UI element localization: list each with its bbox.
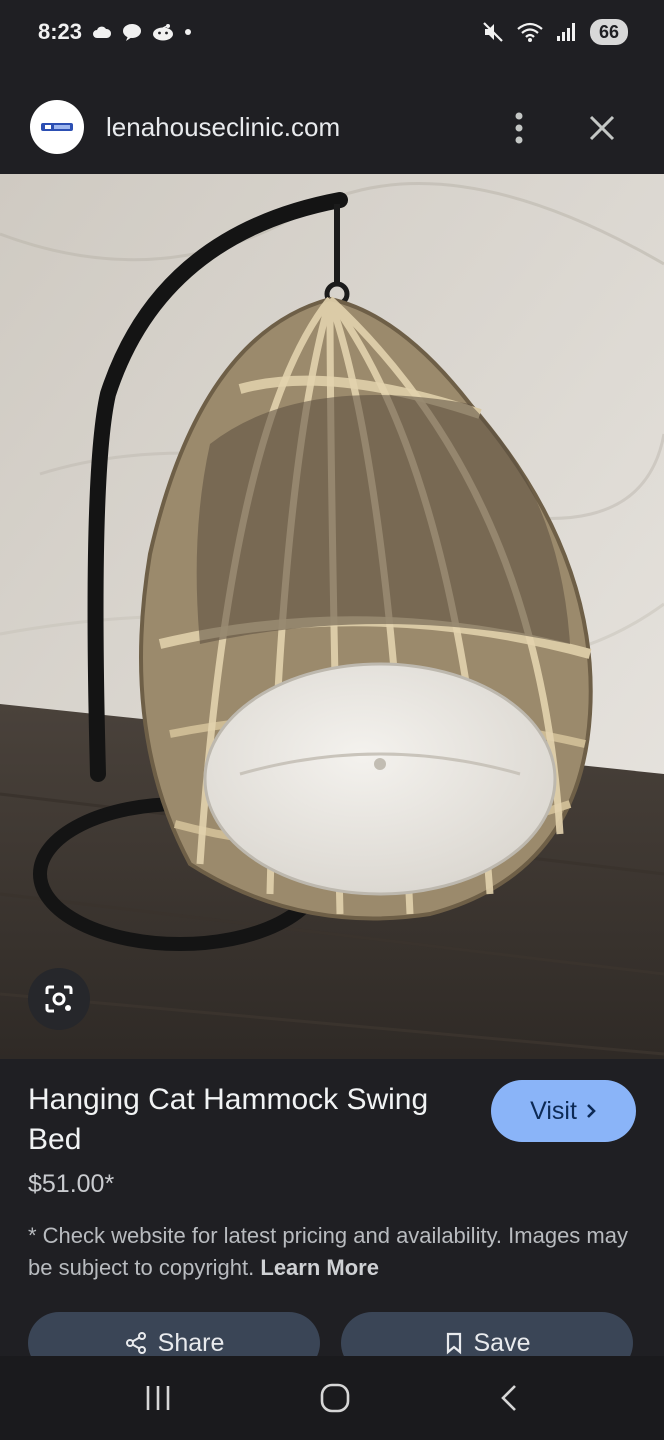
- bookmark-icon: [446, 1332, 461, 1355]
- wifi-6e-icon: [517, 22, 543, 42]
- status-bar: 8:23 66: [0, 0, 664, 64]
- dot-icon: [185, 29, 192, 35]
- clock: 8:23: [38, 19, 83, 44]
- chat-bubble-icon: [123, 24, 142, 41]
- learn-more-link[interactable]: Learn More: [260, 1255, 379, 1280]
- save-label: Save: [473, 1328, 531, 1357]
- visit-button[interactable]: Visit: [491, 1080, 636, 1142]
- mute-icon: [483, 22, 503, 42]
- share-icon: [125, 1332, 146, 1354]
- site-logo-icon[interactable]: [30, 100, 84, 154]
- google-lens-button[interactable]: [28, 968, 90, 1030]
- status-left: 8:23: [38, 19, 192, 45]
- pricing-disclaimer: * Check website for latest pricing and a…: [28, 1220, 640, 1284]
- site-name[interactable]: lenahouseclinic.com: [106, 112, 340, 143]
- share-label: Share: [157, 1328, 225, 1357]
- product-image[interactable]: [0, 174, 664, 1059]
- visit-label: Visit: [530, 1096, 577, 1125]
- more-options-icon[interactable]: [504, 108, 534, 148]
- source-header: lenahouseclinic.com: [0, 84, 664, 172]
- status-right: 66: [482, 19, 628, 45]
- reddit-icon: [153, 24, 174, 41]
- hanging-cat-bed-illustration: [0, 174, 664, 1059]
- lens-icon: [45, 985, 73, 1013]
- product-title[interactable]: Hanging Cat Hammock Swing Bed: [28, 1080, 458, 1160]
- close-icon[interactable]: [582, 108, 622, 148]
- signal-icon: [556, 23, 575, 41]
- system-nav-bar: [0, 1356, 664, 1440]
- site-logo-graphic: [41, 123, 73, 131]
- recent-apps-icon[interactable]: [143, 1384, 173, 1412]
- home-icon[interactable]: [318, 1381, 352, 1415]
- cloud-icon: [93, 26, 112, 38]
- back-icon[interactable]: [497, 1383, 521, 1413]
- chevron-right-icon: [586, 1104, 596, 1118]
- battery-indicator: 66: [589, 19, 628, 45]
- product-price: $51.00*: [28, 1170, 115, 1198]
